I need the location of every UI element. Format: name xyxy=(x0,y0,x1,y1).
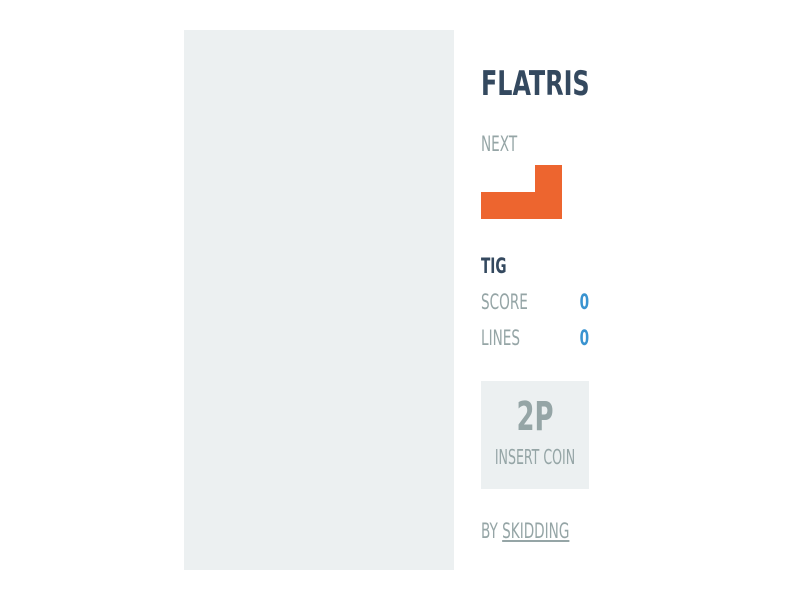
game-title: FLATRIS xyxy=(481,64,590,104)
second-player-label: 2P xyxy=(516,394,554,440)
score-row: SCORE 0 xyxy=(481,290,589,314)
next-piece-block xyxy=(508,192,535,219)
next-piece-block xyxy=(535,192,562,219)
lines-label: LINES xyxy=(481,326,520,350)
insert-coin-button[interactable]: 2P INSERT COIN xyxy=(481,381,589,489)
next-piece-block xyxy=(535,165,562,192)
author-link[interactable]: SKIDDING xyxy=(502,519,569,543)
lines-value: 0 xyxy=(579,326,589,350)
credit-prefix: BY xyxy=(481,519,503,543)
next-piece-block xyxy=(481,192,508,219)
score-label: SCORE xyxy=(481,290,528,314)
lines-row: LINES 0 xyxy=(481,326,589,350)
credit: BY SKIDDING xyxy=(481,518,569,544)
next-label: NEXT xyxy=(481,132,518,156)
score-value: 0 xyxy=(579,290,589,314)
player-name: TIG xyxy=(481,254,507,278)
game-well[interactable] xyxy=(184,30,454,570)
next-piece-preview xyxy=(481,165,562,219)
insert-coin-label: INSERT COIN xyxy=(494,445,576,469)
